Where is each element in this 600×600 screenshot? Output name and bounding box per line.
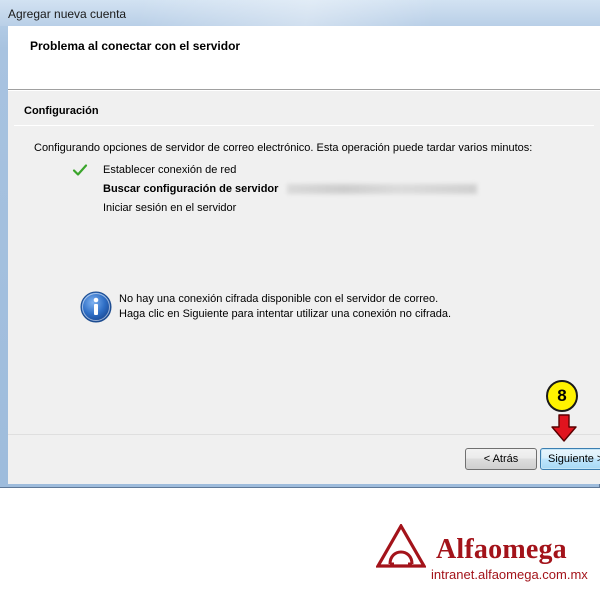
check-icon xyxy=(72,164,88,176)
step-establish-connection: Establecer conexión de red xyxy=(72,161,592,180)
title-bar[interactable]: Agregar nueva cuenta xyxy=(0,0,600,26)
brand-url: intranet.alfaomega.com.mx xyxy=(431,567,588,582)
step-label: Establecer conexión de red xyxy=(103,164,237,176)
down-arrow-icon xyxy=(551,414,577,442)
step-label: Iniciar sesión en el servidor xyxy=(103,202,237,214)
step-list: Establecer conexión de red Buscar config… xyxy=(72,161,592,218)
title-bar-glass xyxy=(140,0,560,26)
redacted-email xyxy=(287,184,477,194)
dialog-footer: < Atrás Siguiente > xyxy=(8,435,600,484)
step-label: Buscar configuración de servidor xyxy=(103,183,279,195)
section-title: Configuración xyxy=(24,105,99,117)
header-title: Problema al conectar con el servidor xyxy=(30,39,241,53)
dialog-window: Agregar nueva cuenta Problema al conecta… xyxy=(0,0,600,488)
info-icon xyxy=(80,291,112,323)
section-divider xyxy=(14,125,594,126)
step-number-badge: 8 xyxy=(546,380,578,412)
intro-text: Configurando opciones de servidor de cor… xyxy=(34,142,533,154)
info-message: No hay una conexión cifrada disponible c… xyxy=(119,292,451,322)
brand-name: Alfaomega xyxy=(436,534,567,565)
window-title: Agregar nueva cuenta xyxy=(8,7,127,21)
info-line-1: No hay una conexión cifrada disponible c… xyxy=(119,293,439,305)
dialog-body: Configuración Configurando opciones de s… xyxy=(8,91,600,434)
dialog-header: Problema al conectar con el servidor xyxy=(8,26,600,90)
back-button[interactable]: < Atrás xyxy=(465,448,537,470)
info-line-2: Haga clic en Siguiente para intentar uti… xyxy=(119,308,452,320)
step-find-server-config: Buscar configuración de servidor xyxy=(72,180,592,199)
dialog-client: Problema al conectar con el servidor Con… xyxy=(8,26,600,484)
next-button[interactable]: Siguiente > xyxy=(540,448,600,470)
step-login-server: Iniciar sesión en el servidor xyxy=(72,199,592,218)
alfaomega-logo-icon xyxy=(376,524,426,568)
